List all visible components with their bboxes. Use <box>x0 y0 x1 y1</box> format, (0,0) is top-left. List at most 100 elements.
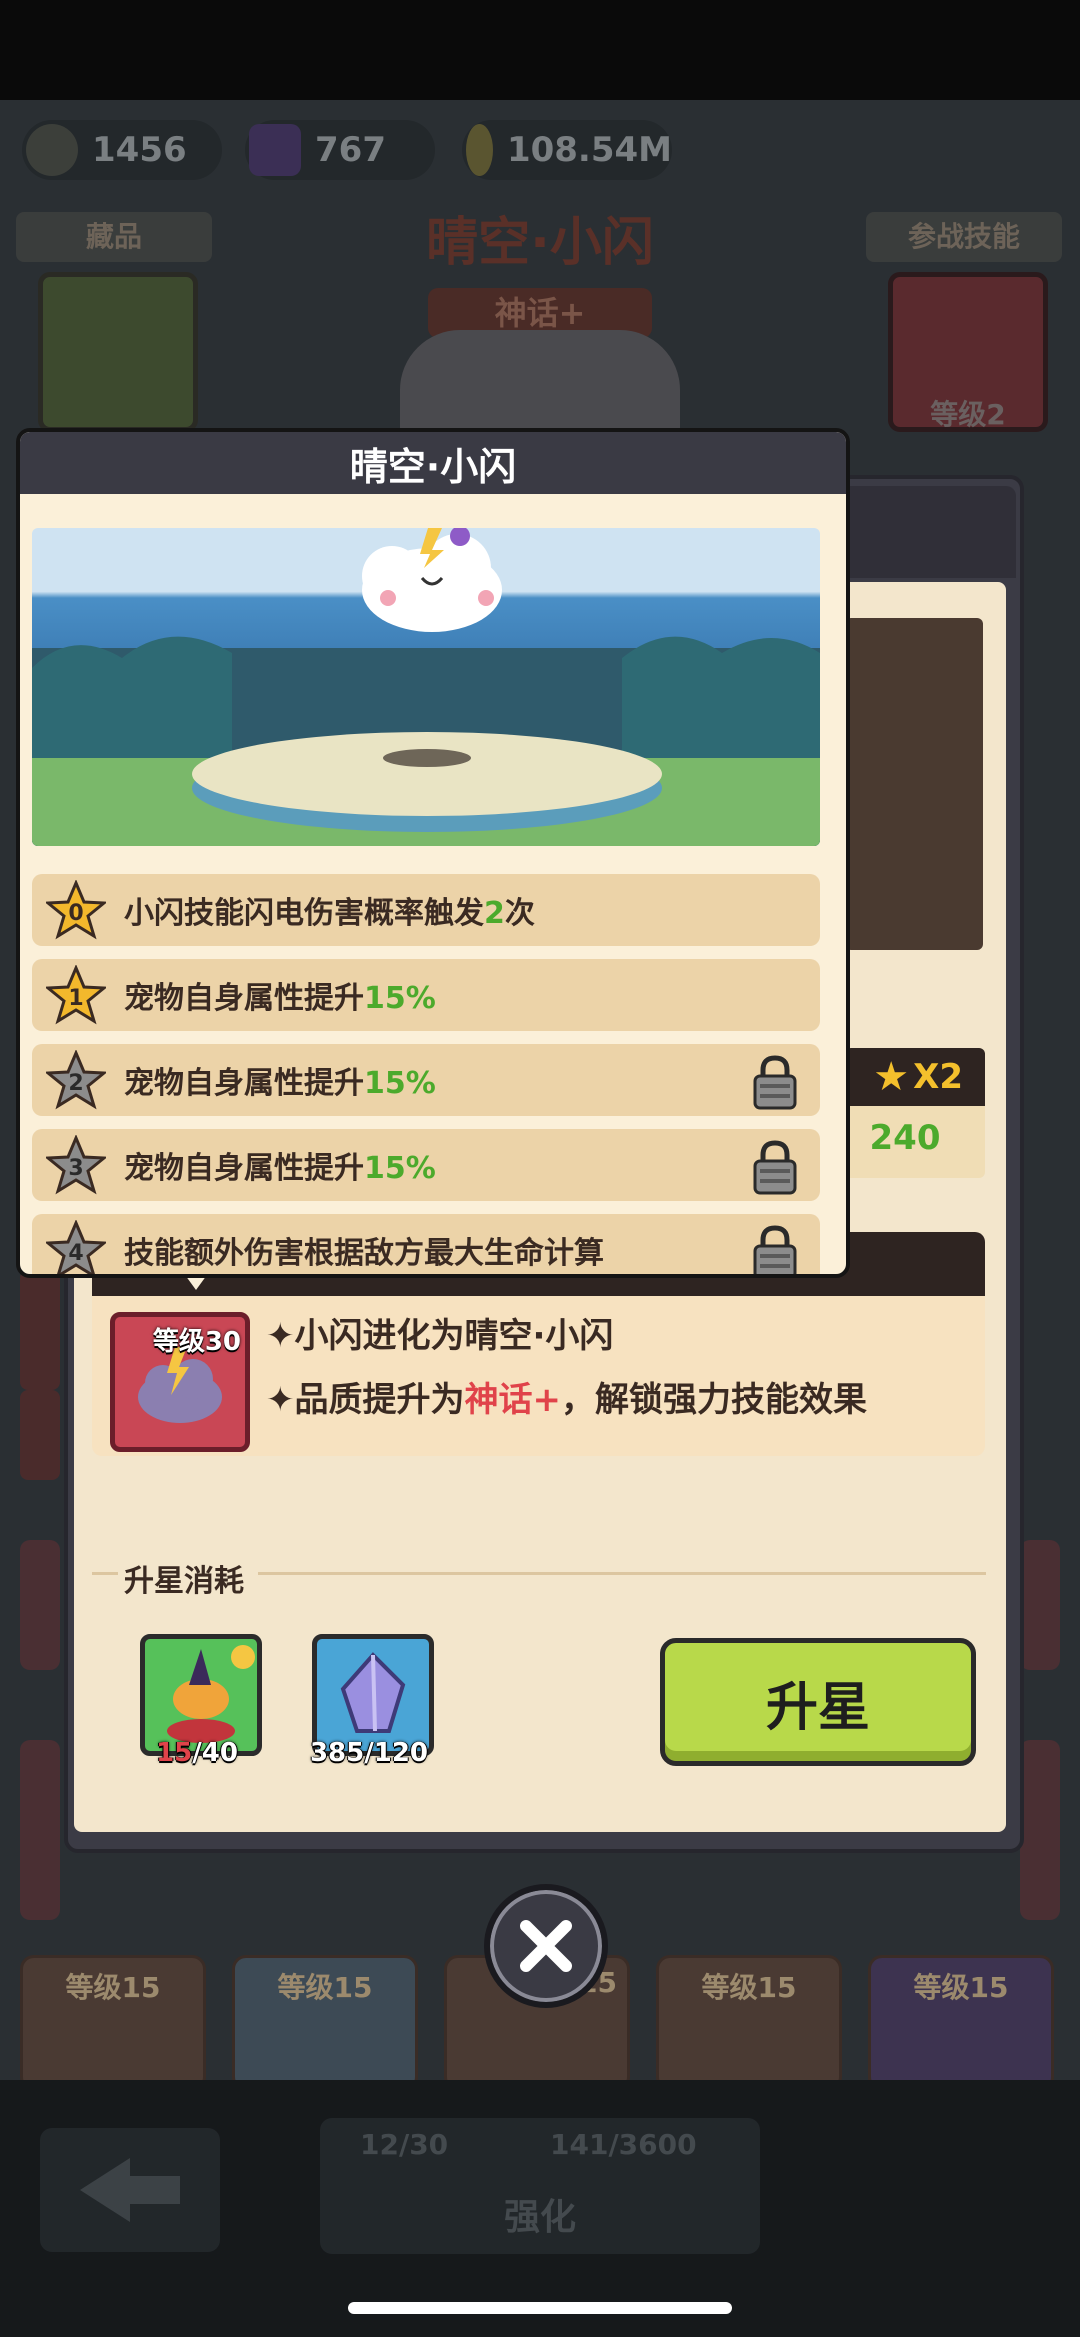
star-up-button-label: 升星 <box>765 1677 870 1738</box>
star-number: 0 <box>68 901 83 926</box>
pet-grid-cell[interactable]: 等级15 <box>868 1955 1054 2091</box>
gray-star-icon: 4 <box>46 1220 106 1274</box>
star-bonus-card: ★ X2 240 <box>845 1048 985 1178</box>
star-row-0: 0 小闪技能闪电伤害概率触发2次 <box>32 874 820 946</box>
evolved-pet-level: 等级30 <box>152 1327 241 1357</box>
cost-item-crystal-count: 385/120 <box>309 1738 429 1768</box>
gray-star-icon: 3 <box>46 1135 106 1195</box>
popup-title-text: 晴空·小闪 <box>349 444 517 489</box>
star-row-value: 15% <box>364 1066 436 1101</box>
gold-star-icon: 0 <box>46 880 106 940</box>
star-row-text: 宠物自身属性提升15% <box>124 973 436 1017</box>
coin-icon <box>466 124 493 176</box>
cost-item-pet-count: 15/40 <box>132 1738 262 1768</box>
cost-item-pet-have: 15 <box>156 1738 193 1768</box>
grid-cell-level: 等级15 <box>65 1971 161 2004</box>
star-row-3: 3 宠物自身属性提升15% <box>32 1129 820 1201</box>
star-value: 240 <box>869 1118 941 1158</box>
gold-star-icon: 1 <box>46 965 106 1025</box>
pet-grid-cell[interactable]: 等级15 <box>232 1955 418 2091</box>
evolution-line-2: ✦品质提升为神话+，解锁强力技能效果 <box>266 1372 867 1421</box>
home-indicator[interactable] <box>348 2302 732 2314</box>
pet-trophy-icon <box>167 1645 255 1743</box>
star-number: 4 <box>68 1241 83 1266</box>
coin-count: 108.54M <box>506 130 672 170</box>
pet-scene-image <box>32 528 820 846</box>
lock-icon <box>753 1225 797 1274</box>
collection-item[interactable] <box>38 272 198 432</box>
evolution-line-1: ✦小闪进化为晴空·小闪 <box>266 1316 614 1356</box>
star-row-1: 1 宠物自身属性提升15% <box>32 959 820 1031</box>
star-row-4: 4 技能额外伤害根据敌方最大生命计算 <box>32 1214 820 1274</box>
gem-count: 767 <box>315 130 386 170</box>
grid-cell <box>1020 1740 1060 1920</box>
evolution-rarity: 神话+ <box>464 1380 562 1420</box>
pet-food-count: 1456 <box>92 130 187 170</box>
grid-cell <box>20 1540 60 1670</box>
pet-scene <box>32 528 820 846</box>
star-row-value: 2 <box>484 896 505 931</box>
pet-grid-cell[interactable]: 等级15 <box>20 1955 206 2091</box>
star-up-button[interactable]: 升星 <box>660 1638 976 1766</box>
resource-gem: 767 <box>245 120 435 180</box>
star-row-desc: 宠物自身属性提升 <box>124 1151 364 1186</box>
panel-preview-image <box>845 618 983 950</box>
side-slot <box>20 1270 60 1390</box>
crystal-icon <box>340 1652 406 1733</box>
star-row-text: 宠物自身属性提升15% <box>124 1143 436 1187</box>
grid-cell <box>20 1740 60 1920</box>
divider <box>92 1572 118 1575</box>
grid-cell-level: 等级15 <box>277 1971 373 2004</box>
evolution-line-2-text: ✦品质提升为 <box>266 1380 465 1420</box>
cost-item-pet-need: /40 <box>192 1738 238 1768</box>
collection-tab[interactable]: 藏品 <box>16 212 212 262</box>
back-arrow-icon <box>80 2158 180 2222</box>
star-row-value: 15% <box>364 981 436 1016</box>
skill-level: 等级2 <box>930 398 1006 431</box>
skill-item[interactable]: 等级2 <box>888 272 1048 432</box>
star-number: 1 <box>68 986 83 1011</box>
star-row-text: 宠物自身属性提升15% <box>124 1058 436 1102</box>
evolved-pet-icon: 等级30 <box>110 1312 250 1452</box>
star-multiplier: X2 <box>913 1057 963 1097</box>
pet-detail-popup: 晴空·小闪 0 小闪技能闪电伤害概率触发2次 1 宠物自身属性提升15% 2 宠… <box>16 428 850 1278</box>
grid-cell <box>1020 1540 1060 1670</box>
star-row-text: 技能额外伤害根据敌方最大生命计算 <box>124 1236 604 1271</box>
status-bar <box>0 0 1080 100</box>
star-number: 3 <box>68 1156 83 1181</box>
star-icon: ★ <box>873 1054 910 1100</box>
enhance-cost-pet: 12/30 <box>360 2128 449 2161</box>
enhance-cost-bone: 141/3600 <box>550 2128 697 2161</box>
evolution-line-2-suffix: ，解锁强力技能效果 <box>561 1380 867 1420</box>
lock-icon <box>753 1055 797 1110</box>
back-button[interactable] <box>40 2128 220 2252</box>
divider <box>258 1572 986 1575</box>
star-number: 2 <box>68 1071 83 1096</box>
grid-cell-level: 等级15 <box>913 1971 1009 2004</box>
star-row-desc: 宠物自身属性提升 <box>124 981 364 1016</box>
skills-tab[interactable]: 参战技能 <box>866 212 1062 262</box>
star-row-suffix: 次 <box>504 896 535 931</box>
pet-grid-cell[interactable]: 等级15 <box>656 1955 842 2091</box>
star-row-text: 小闪技能闪电伤害概率触发2次 <box>124 888 535 932</box>
gray-star-icon: 2 <box>46 1050 106 1110</box>
skills-tab-label: 参战技能 <box>907 220 1020 253</box>
gem-icon <box>249 124 301 176</box>
close-button[interactable] <box>484 1884 608 2008</box>
grid-cell-level: 等级15 <box>701 1971 797 2004</box>
enhance-button[interactable]: 12/30 141/3600 强化 <box>320 2118 760 2254</box>
star-row-desc: 宠物自身属性提升 <box>124 1066 364 1101</box>
resource-pet-food: 1456 <box>22 120 222 180</box>
enhance-label: 强化 <box>503 2197 576 2238</box>
popup-title: 晴空·小闪 <box>20 432 846 494</box>
cost-title: 升星消耗 <box>124 1564 244 1599</box>
collection-tab-label: 藏品 <box>85 220 142 253</box>
pet-name-title: 晴空·小闪 <box>426 213 654 273</box>
pet-food-icon <box>26 124 78 176</box>
star-row-2: 2 宠物自身属性提升15% <box>32 1044 820 1116</box>
star-row-desc: 小闪技能闪电伤害概率触发 <box>124 896 484 931</box>
star-row-value: 15% <box>364 1151 436 1186</box>
lock-icon <box>753 1140 797 1195</box>
side-slot <box>20 1390 60 1480</box>
close-icon <box>520 1920 572 1972</box>
